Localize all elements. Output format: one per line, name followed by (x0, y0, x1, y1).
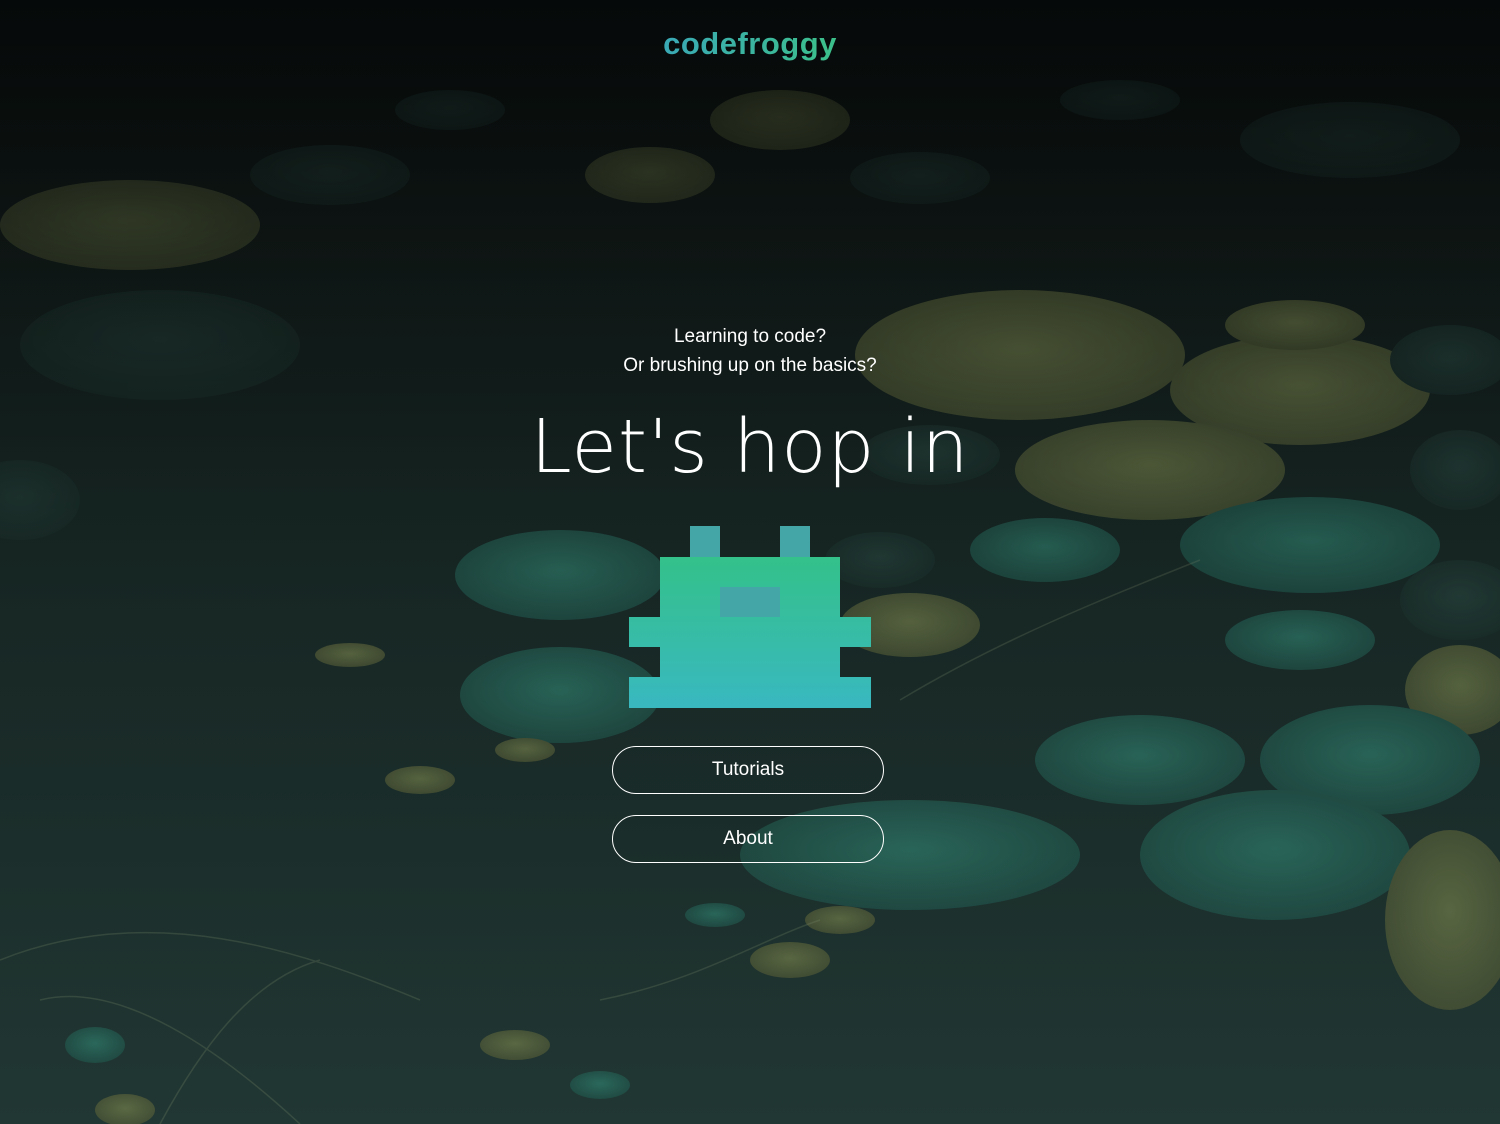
hero-subtitle: Learning to code? Or brushing up on the … (0, 322, 1500, 380)
site-logo[interactable]: codefroggy (0, 26, 1500, 62)
about-button-label: About (723, 828, 773, 849)
pixel-frog-icon (629, 526, 871, 708)
hero-headline: Let's hop in (530, 404, 970, 490)
about-button[interactable]: About (612, 815, 884, 863)
subtitle-line-2: Or brushing up on the basics? (623, 355, 877, 376)
logo-text[interactable]: codefroggy (663, 26, 837, 61)
tutorials-button-label: Tutorials (711, 759, 785, 780)
tutorials-button[interactable]: Tutorials (612, 746, 884, 794)
landing-page: codefroggy Learning to code? Or brushing… (0, 0, 1500, 1124)
subtitle-line-1: Learning to code? (673, 326, 827, 347)
